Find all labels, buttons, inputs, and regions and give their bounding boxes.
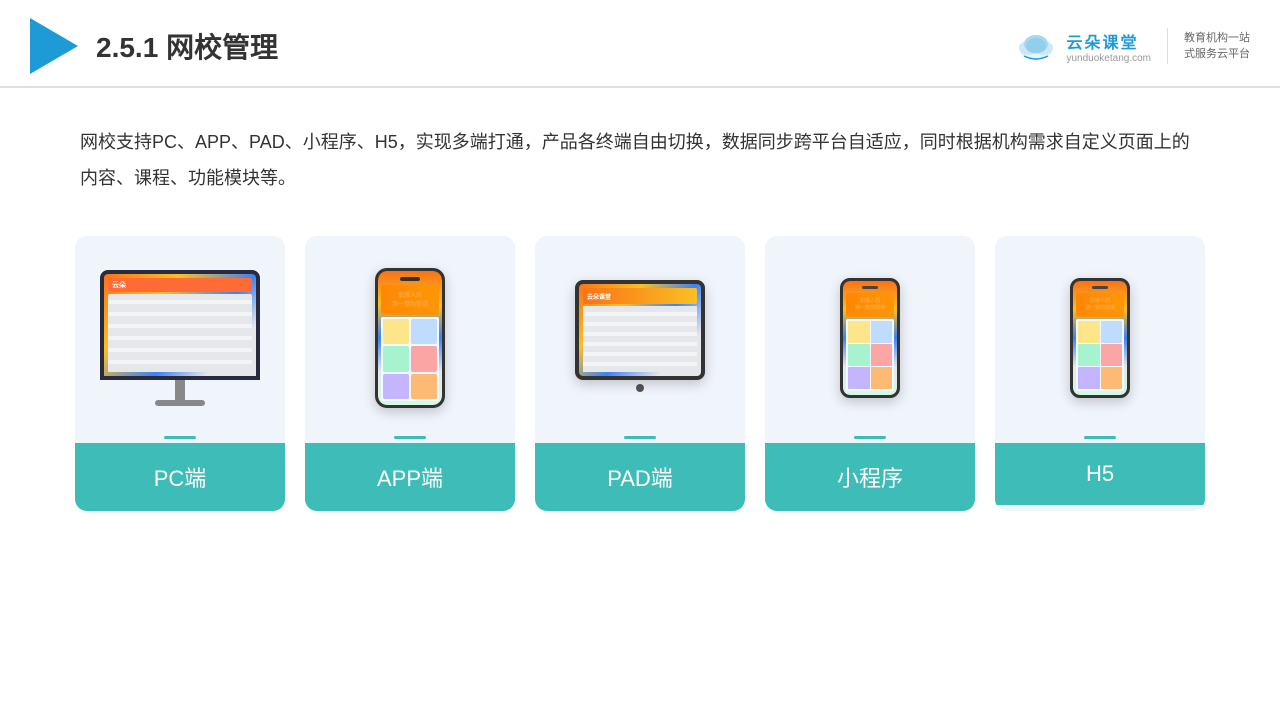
brand-text: 云朵课堂 yunduoketang.com xyxy=(1066,29,1151,64)
header-left: 2.5.1 网校管理 xyxy=(30,18,278,74)
card-pc-label: PC端 xyxy=(75,443,285,511)
page-number: 2.5.1 xyxy=(96,32,158,63)
header: 2.5.1 网校管理 云朵课堂 yunduoketang.com 教育机构一站式… xyxy=(0,0,1280,88)
phone-app: 职通人的第一堂均销课 xyxy=(375,268,445,408)
phone-mini: 职通人的第一堂均销课 xyxy=(840,278,900,398)
description: 网校支持PC、APP、PAD、小程序、H5，实现多端打通，产品各终端自由切换，数… xyxy=(0,88,1280,216)
card-app-image: 职通人的第一堂均销课 xyxy=(305,236,515,436)
card-pad: 云朵课堂 xyxy=(535,236,745,511)
phone-h5: 职通人的第一堂均销课 xyxy=(1070,278,1130,398)
device-phone-app: 职通人的第一堂均销课 xyxy=(375,268,445,408)
logo-triangle-icon xyxy=(30,18,78,74)
card-pad-image: 云朵课堂 xyxy=(535,236,745,436)
phone-h5-screen: 职通人的第一堂均销课 xyxy=(1073,281,1127,395)
cards-container: 云朵 xyxy=(0,216,1280,511)
monitor-screen: 云朵 xyxy=(104,274,256,376)
card-mini-image: 职通人的第一堂均销课 xyxy=(765,236,975,436)
phone-mini-screen: 职通人的第一堂均销课 xyxy=(843,281,897,395)
page-title-text: 网校管理 xyxy=(166,32,278,63)
card-pad-divider xyxy=(624,436,656,439)
tablet-home-button xyxy=(636,384,644,392)
page-title: 2.5.1 网校管理 xyxy=(96,26,278,66)
brand-url: yunduoketang.com xyxy=(1066,53,1151,64)
card-app: 职通人的第一堂均销课 xyxy=(305,236,515,511)
tablet-pad-screen: 云朵课堂 xyxy=(579,284,701,376)
brand-name: 云朵课堂 xyxy=(1066,29,1138,53)
device-phone-h5: 职通人的第一堂均销课 xyxy=(1070,278,1130,398)
card-pad-label: PAD端 xyxy=(535,443,745,511)
card-mini: 职通人的第一堂均销课 xyxy=(765,236,975,511)
card-h5: 职通人的第一堂均销课 xyxy=(995,236,1205,511)
monitor: 云朵 xyxy=(100,270,260,380)
card-pc: 云朵 xyxy=(75,236,285,511)
card-mini-divider xyxy=(854,436,886,439)
brand-logo: 云朵课堂 yunduoketang.com 教育机构一站式服务云平台 xyxy=(1014,28,1250,64)
card-app-label: APP端 xyxy=(305,443,515,511)
device-tablet-pad: 云朵课堂 xyxy=(575,280,705,396)
card-pc-divider xyxy=(164,436,196,439)
card-app-divider xyxy=(394,436,426,439)
phone-app-screen: 职通人的第一堂均销课 xyxy=(378,271,442,405)
card-h5-divider xyxy=(1084,436,1116,439)
card-mini-label: 小程序 xyxy=(765,443,975,511)
device-phone-mini: 职通人的第一堂均销课 xyxy=(840,278,900,398)
tablet-pad: 云朵课堂 xyxy=(575,280,705,380)
brand-cloud-icon xyxy=(1014,28,1058,64)
brand-slogan: 教育机构一站式服务云平台 xyxy=(1184,30,1250,63)
card-h5-label: H5 xyxy=(995,443,1205,505)
monitor-stand xyxy=(175,380,185,400)
monitor-base xyxy=(155,400,205,406)
card-h5-image: 职通人的第一堂均销课 xyxy=(995,236,1205,436)
card-pc-image: 云朵 xyxy=(75,236,285,436)
brand-divider xyxy=(1167,28,1168,64)
description-text: 网校支持PC、APP、PAD、小程序、H5，实现多端打通，产品各终端自由切换，数… xyxy=(80,124,1200,196)
device-pc: 云朵 xyxy=(100,270,260,406)
